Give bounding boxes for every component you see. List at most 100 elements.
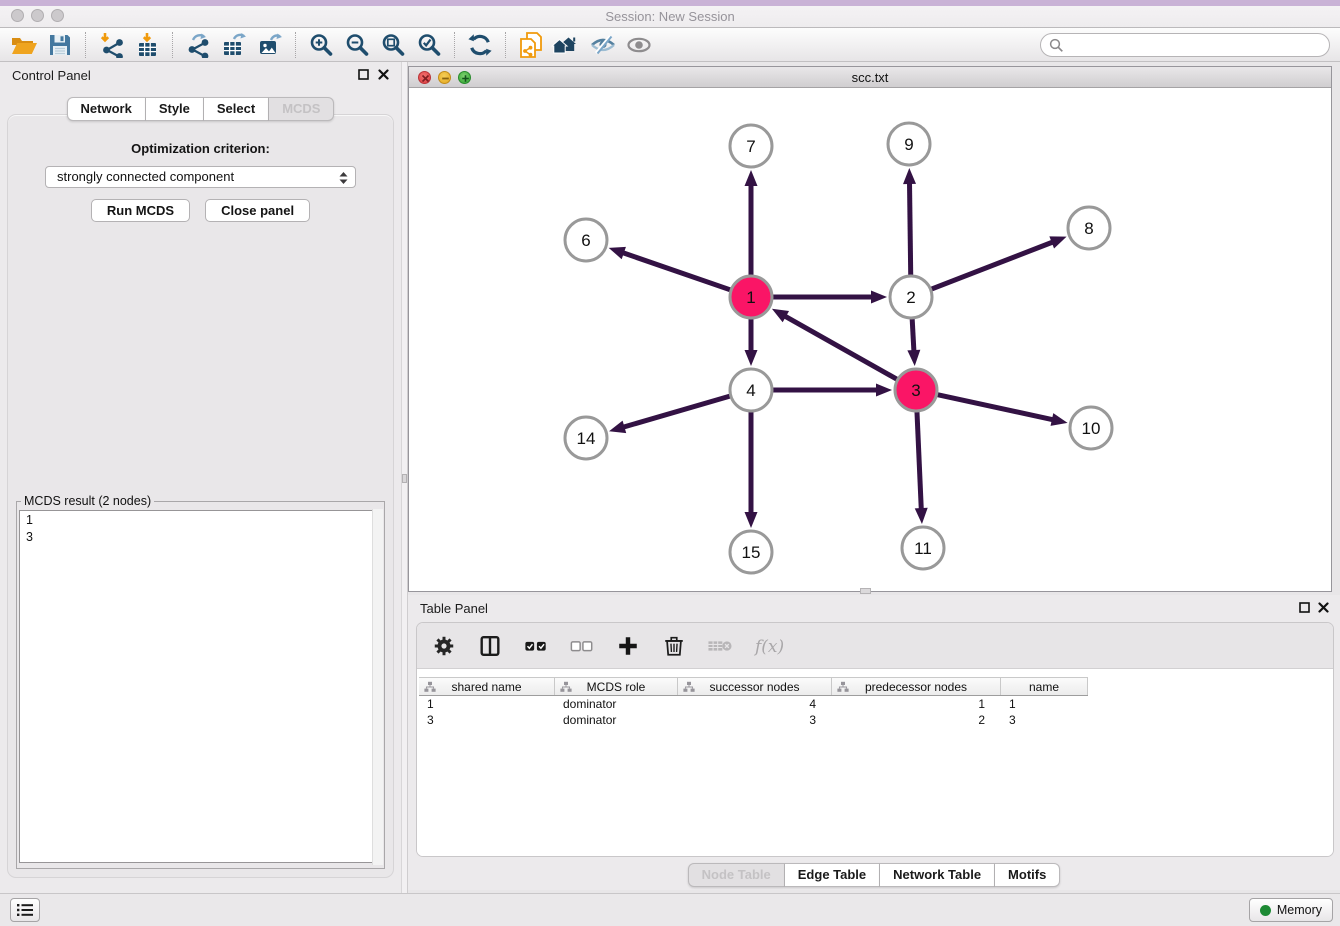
float-panel-icon[interactable] xyxy=(358,69,369,80)
import-network-button[interactable] xyxy=(93,30,129,60)
graph-node-9[interactable]: 9 xyxy=(888,123,930,165)
tab-network-table[interactable]: Network Table xyxy=(880,863,995,887)
close-panel-button[interactable]: Close panel xyxy=(205,199,310,222)
graph-edge-3-10[interactable] xyxy=(937,395,1067,426)
zoom-fit-button[interactable] xyxy=(375,30,411,60)
close-table-panel-icon[interactable] xyxy=(1318,602,1329,613)
home-view-button[interactable] xyxy=(549,30,585,60)
import-table-icon xyxy=(134,32,160,58)
search-input[interactable] xyxy=(1069,37,1309,54)
trash-icon xyxy=(662,634,686,658)
optimization-criterion-select[interactable]: strongly connected component xyxy=(45,166,356,188)
network-view-window: scc.txt 7 9 6 8 1 2 4 3 14 10 15 11 xyxy=(408,66,1332,592)
tab-mcds[interactable]: MCDS xyxy=(269,97,334,121)
graph-edge-4-3[interactable] xyxy=(773,384,892,397)
show-graphics-button[interactable] xyxy=(621,30,657,60)
export-image-button[interactable] xyxy=(252,30,288,60)
network-canvas[interactable]: 7 9 6 8 1 2 4 3 14 10 15 11 xyxy=(409,88,1331,591)
graph-node-7[interactable]: 7 xyxy=(730,125,772,167)
refresh-button[interactable] xyxy=(462,30,498,60)
tab-node-table[interactable]: Node Table xyxy=(688,863,785,887)
graph-node-6[interactable]: 6 xyxy=(565,219,607,261)
search-field[interactable] xyxy=(1040,33,1330,57)
close-panel-icon[interactable] xyxy=(378,69,389,80)
task-history-button[interactable] xyxy=(10,898,40,922)
table-settings-button[interactable] xyxy=(431,633,457,659)
graph-edge-2-3[interactable] xyxy=(907,319,920,366)
tab-motifs[interactable]: Motifs xyxy=(995,863,1060,887)
toolbar-separator xyxy=(454,32,455,58)
import-table-button[interactable] xyxy=(129,30,165,60)
graph-node-11[interactable]: 11 xyxy=(902,527,944,569)
graph-edge-1-2[interactable] xyxy=(773,291,887,304)
delete-column-button[interactable] xyxy=(661,633,687,659)
open-session-button[interactable] xyxy=(6,30,42,60)
graph-node-4[interactable]: 4 xyxy=(730,369,772,411)
control-panel: Control Panel Network Style Select MCDS … xyxy=(0,62,401,893)
delete-table-button xyxy=(707,633,733,659)
save-icon xyxy=(47,32,73,58)
column-header-name[interactable]: name xyxy=(1001,678,1088,695)
memory-button[interactable]: Memory xyxy=(1249,898,1333,922)
zoom-in-button[interactable] xyxy=(303,30,339,60)
hide-graphics-button[interactable] xyxy=(585,30,621,60)
session-title: Session: New Session xyxy=(0,9,1340,24)
select-all-columns-button[interactable] xyxy=(523,633,549,659)
table-row[interactable]: 1dominator411 xyxy=(419,696,1333,712)
clone-network-button[interactable] xyxy=(513,30,549,60)
result-scrollbar[interactable] xyxy=(372,509,383,865)
graph-edge-2-9[interactable] xyxy=(903,168,916,275)
run-mcds-button[interactable]: Run MCDS xyxy=(91,199,190,222)
graph-edge-3-1[interactable] xyxy=(772,309,897,379)
graph-node-10[interactable]: 10 xyxy=(1070,407,1112,449)
graph-edge-1-7[interactable] xyxy=(745,170,758,275)
deselect-all-columns-button[interactable] xyxy=(569,633,595,659)
create-column-button[interactable] xyxy=(615,633,641,659)
graph-node-3[interactable]: 3 xyxy=(895,369,937,411)
table-cell: 3 xyxy=(678,712,832,728)
table-cell: 4 xyxy=(678,696,832,712)
graph-edge-3-11[interactable] xyxy=(915,412,928,524)
splitter-grip[interactable] xyxy=(402,474,407,483)
table-row[interactable]: 3dominator323 xyxy=(419,712,1333,728)
memory-status-icon xyxy=(1260,905,1271,916)
graph-edge-4-14[interactable] xyxy=(609,396,730,433)
graph-node-2[interactable]: 2 xyxy=(890,276,932,318)
column-header-label: predecessor nodes xyxy=(865,680,967,694)
zoom-selected-button[interactable] xyxy=(411,30,447,60)
float-table-panel-icon[interactable] xyxy=(1299,602,1310,613)
mcds-result-textarea[interactable]: 1 3 xyxy=(19,510,382,863)
graph-node-15[interactable]: 15 xyxy=(730,531,772,573)
panel-splitter[interactable] xyxy=(401,62,408,893)
graph-edge-1-6[interactable] xyxy=(609,247,731,290)
graph-edge-1-4[interactable] xyxy=(745,319,758,366)
tab-style[interactable]: Style xyxy=(146,97,204,121)
mcds-result-title: MCDS result (2 nodes) xyxy=(21,494,154,508)
zoom-out-button[interactable] xyxy=(339,30,375,60)
table-panel: Table Panel xyxy=(408,595,1340,890)
horizontal-splitter-grip[interactable] xyxy=(860,588,871,594)
graph-edge-4-15[interactable] xyxy=(745,412,758,528)
svg-text:2: 2 xyxy=(906,288,915,307)
graph-node-1[interactable]: 1 xyxy=(730,276,772,318)
graph-node-14[interactable]: 14 xyxy=(565,417,607,459)
delete-table-icon xyxy=(707,634,733,658)
show-columns-button[interactable] xyxy=(477,633,503,659)
network-graph-svg[interactable]: 7 9 6 8 1 2 4 3 14 10 15 11 xyxy=(409,88,1331,591)
column-header-predecessor-nodes[interactable]: predecessor nodes xyxy=(832,678,1001,695)
control-panel-tabs: Network Style Select MCDS xyxy=(0,97,401,121)
tab-network[interactable]: Network xyxy=(67,97,146,121)
import-network-icon xyxy=(98,32,124,58)
export-table-button[interactable] xyxy=(216,30,252,60)
export-network-button[interactable] xyxy=(180,30,216,60)
tab-edge-table[interactable]: Edge Table xyxy=(785,863,880,887)
network-window-title: scc.txt xyxy=(409,70,1331,85)
optimization-criterion-label: Optimization criterion: xyxy=(8,141,393,156)
graph-node-8[interactable]: 8 xyxy=(1068,207,1110,249)
tab-select[interactable]: Select xyxy=(204,97,269,121)
column-header-MCDS-role[interactable]: MCDS role xyxy=(555,678,678,695)
save-session-button[interactable] xyxy=(42,30,78,60)
column-header-successor-nodes[interactable]: successor nodes xyxy=(678,678,832,695)
graph-edge-2-8[interactable] xyxy=(932,236,1067,289)
column-header-shared-name[interactable]: shared name xyxy=(419,678,555,695)
